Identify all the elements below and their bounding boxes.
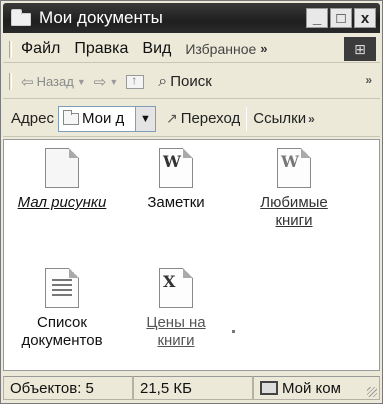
search-label: Поиск [170,73,212,90]
folder-up-icon [126,73,145,89]
status-location: Мой ком [253,376,380,400]
status-size: 21,5 КБ [133,376,253,400]
search-button[interactable]: ⌕ Поиск [158,73,212,91]
address-bar: Адрес Мои д ▼ ↗ Переход Ссылки » [3,101,380,137]
folder-icon [11,9,33,27]
word-document-icon: W [159,148,193,188]
file-label: Цены на книги [146,314,206,349]
toolbar-grip[interactable] [9,41,12,58]
chevron-down-icon: ▼ [140,112,151,125]
windows-logo-icon: ⊞ [344,37,376,61]
status-location-label: Мой ком [282,379,341,397]
back-button[interactable]: ⇦ Назад ▼ [21,73,86,91]
go-button[interactable]: ↗ Переход [166,110,240,127]
menu-view[interactable]: Вид [142,40,171,58]
address-dropdown-button[interactable]: ▼ [134,106,155,131]
chevron-down-icon: ▼ [76,76,86,87]
go-label: Переход [180,110,241,127]
file-label: Список документов [21,314,103,349]
links-chevron-icon[interactable]: » [308,112,315,126]
file-label: Заметки [147,194,205,211]
search-icon: ⌕ [158,72,168,90]
file-label: Любимые книги [260,194,328,229]
up-folder-button[interactable] [126,73,145,89]
links-button[interactable]: Ссылки [253,110,306,127]
menu-edit[interactable]: Правка [74,40,128,58]
forward-arrow-icon: ⇨ [93,73,107,91]
excel-document-icon: X [159,268,193,308]
address-value[interactable]: Мои д [82,110,124,127]
go-arrow-icon: ↗ [165,110,178,126]
chevron-down-icon: ▼ [109,76,119,87]
window-title: Мои документы [39,8,163,27]
toolbar-chevron-icon[interactable]: » [365,73,372,87]
menu-file[interactable]: Файл [21,40,60,58]
folder-icon [62,109,79,125]
resize-grip[interactable] [367,387,377,397]
file-view[interactable]: Мал рисунки W Заметки W Любимые книги Сп… [3,139,380,371]
close-button[interactable]: x [354,8,376,28]
computer-icon [260,381,278,395]
file-item[interactable]: Мал рисунки [12,148,112,212]
menu-chevron-icon[interactable]: » [260,41,267,56]
status-object-count: Объектов: 5 [3,376,133,400]
text-document-icon [45,268,79,308]
separator [246,106,248,131]
picture-file-icon [45,148,79,188]
file-item[interactable]: Список документов [12,268,112,350]
explorer-window: Мои документы _ □ x Файл Правка Вид Избр… [0,0,383,404]
status-bar: Объектов: 5 21,5 КБ Мой ком [3,373,380,403]
standard-toolbar: ⇦ Назад ▼ ⇨ ▼ ⌕ Поиск » [3,65,380,99]
address-label: Адрес [11,110,54,127]
menu-favorites[interactable]: Избранное [185,41,256,57]
file-item[interactable]: W Заметки [126,148,226,212]
back-arrow-icon: ⇦ [21,73,34,91]
maximize-button[interactable]: □ [330,8,352,28]
speck [232,330,235,333]
menu-bar: Файл Правка Вид Избранное » ⊞ [3,35,380,63]
minimize-button[interactable]: _ [306,8,328,28]
file-item[interactable]: W Любимые книги [244,148,344,230]
back-label: Назад [36,74,74,89]
file-label: Мал рисунки [17,194,107,211]
file-item[interactable]: X Цены на книги [126,268,226,350]
word-document-icon: W [277,148,311,188]
address-field[interactable]: Мои д ▼ [57,105,156,132]
toolbar-grip[interactable] [9,73,12,90]
forward-button[interactable]: ⇨ ▼ [94,73,119,91]
title-bar[interactable]: Мои документы _ □ x [3,3,380,33]
